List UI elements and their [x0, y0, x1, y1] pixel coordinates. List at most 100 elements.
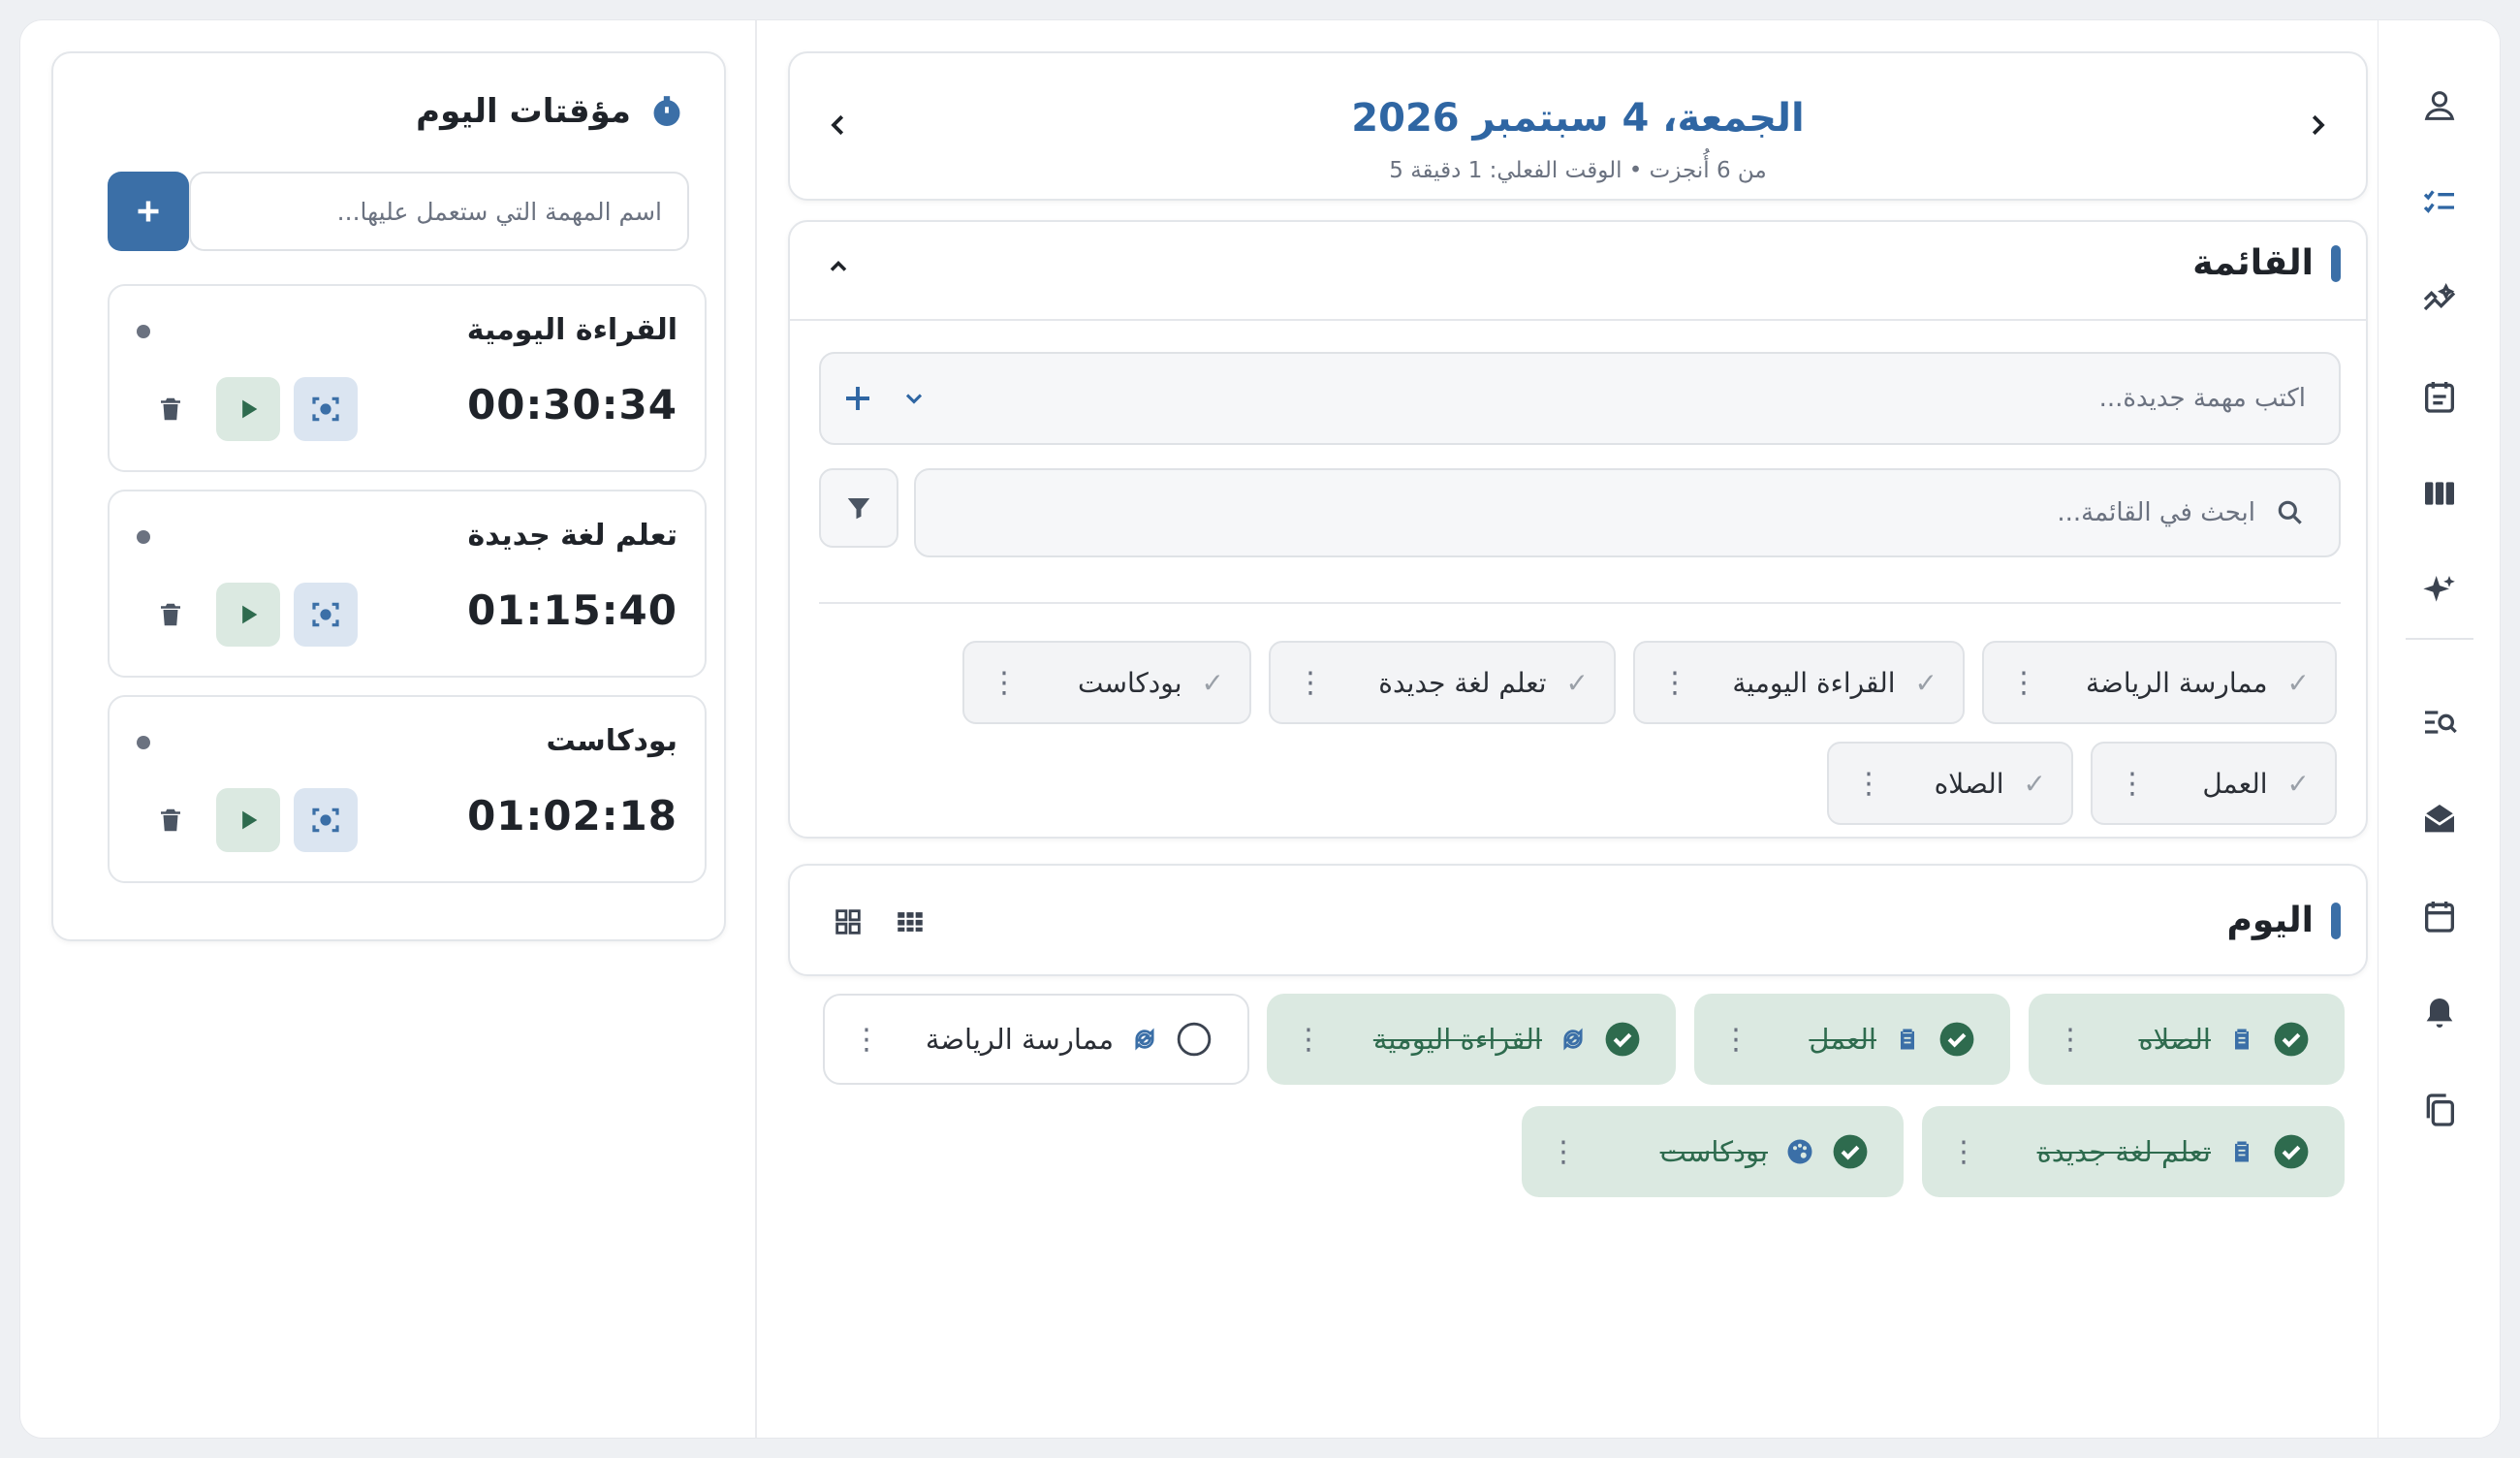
more-options-icon[interactable]: ⋮ [1296, 666, 1325, 700]
unchecked-circle-icon[interactable] [1176, 1021, 1213, 1058]
panel-divider [755, 20, 757, 1438]
focus-mode-button[interactable] [294, 583, 358, 647]
today-header-card: اليوم [788, 864, 2368, 976]
checklist-icon[interactable] [2420, 183, 2459, 222]
calendar-icon[interactable] [2420, 897, 2459, 935]
trash-icon [161, 603, 180, 626]
nav-rail [2378, 20, 2500, 1438]
bell-icon[interactable] [2420, 994, 2459, 1032]
plus-icon [846, 387, 869, 410]
list-chip[interactable]: ✓ العمل ⋮ [2091, 742, 2337, 825]
check-icon: ✓ [2286, 666, 2310, 699]
more-options-icon[interactable]: ⋮ [1949, 1135, 1978, 1169]
add-timer-button[interactable] [108, 172, 189, 251]
compact-grid-view-button[interactable] [891, 903, 929, 941]
today-task[interactable]: القراءة اليومية ⋮ [1267, 994, 1676, 1085]
checked-circle-icon[interactable] [1604, 1021, 1641, 1058]
filter-icon [847, 498, 870, 520]
filter-button[interactable] [819, 468, 898, 548]
clipboard-icon [2235, 1141, 2249, 1162]
repeat-icon [1135, 1028, 1154, 1051]
timer-card: تعلم لغة جديدة 01:15:40 [108, 490, 707, 678]
notes-calendar-icon[interactable] [2420, 377, 2459, 416]
today-task[interactable]: بودكاست ⋮ [1522, 1106, 1904, 1197]
trash-icon [161, 808, 180, 832]
play-icon [242, 810, 258, 830]
check-icon: ✓ [1565, 666, 1589, 699]
timer-task-input[interactable]: اسم المهمة التي ستعمل عليها... [189, 172, 689, 251]
analytics-icon[interactable] [2420, 280, 2459, 319]
check-icon: ✓ [1914, 666, 1937, 699]
focus-mode-button[interactable] [294, 377, 358, 441]
more-options-icon[interactable]: ⋮ [1854, 767, 1883, 801]
checked-circle-icon[interactable] [1832, 1133, 1869, 1170]
check-icon: ✓ [2286, 767, 2310, 800]
focus-mode-button[interactable] [294, 788, 358, 852]
repeat-icon [1563, 1028, 1583, 1051]
more-options-icon[interactable]: ⋮ [1660, 666, 1689, 700]
more-options-icon[interactable]: ⋮ [2118, 767, 2147, 801]
play-button[interactable] [216, 583, 280, 647]
status-dot [137, 530, 150, 544]
inbox-icon[interactable] [2420, 800, 2459, 839]
more-options-icon[interactable]: ⋮ [990, 666, 1019, 700]
today-task[interactable]: الصلاه ⋮ [2029, 994, 2345, 1085]
date-title: الجمعة، 4 سبتمبر 2026 [1351, 96, 1805, 141]
checked-circle-icon[interactable] [1938, 1021, 1975, 1058]
play-button[interactable] [216, 788, 280, 852]
checked-circle-icon[interactable] [2273, 1021, 2310, 1058]
play-icon [242, 605, 258, 624]
list-chip[interactable]: ✓ الصلاه ⋮ [1827, 742, 2073, 825]
chevron-up-icon [830, 261, 847, 271]
today-task[interactable]: ممارسة الرياضة ⋮ [823, 994, 1249, 1085]
search-input[interactable]: ابحث في القائمة... [914, 468, 2341, 557]
timers-title: مؤقتات اليوم [416, 92, 685, 131]
today-task[interactable]: العمل ⋮ [1694, 994, 2010, 1085]
timer-name: القراءة اليومية [466, 313, 677, 347]
grid-view-button[interactable] [829, 903, 867, 941]
profile-icon[interactable] [2420, 86, 2459, 125]
delete-button[interactable] [139, 377, 203, 441]
focus-icon [312, 396, 339, 422]
more-options-icon[interactable]: ⋮ [2009, 666, 2038, 700]
more-options-icon[interactable]: ⋮ [1549, 1135, 1578, 1169]
new-task-input[interactable]: اكتب مهمة جديدة... [819, 352, 2341, 445]
today-task[interactable]: تعلم لغة جديدة ⋮ [1922, 1106, 2345, 1197]
timer-name: بودكاست [546, 724, 677, 758]
list-card: القائمة اكتب مهمة جديدة... ابحث في القائ… [788, 220, 2368, 839]
columns-icon[interactable] [2420, 474, 2459, 513]
more-options-icon[interactable]: ⋮ [852, 1023, 881, 1057]
clipboard-icon [1901, 1029, 1914, 1050]
date-header: الجمعة، 4 سبتمبر 2026 5 من 6 أُنجزت • ال… [788, 51, 2368, 201]
prev-day-button[interactable] [815, 102, 862, 148]
stopwatch-icon [653, 96, 680, 127]
list-chip[interactable]: ✓ بودكاست ⋮ [962, 641, 1251, 724]
list-section-title: القائمة [2192, 243, 2341, 283]
plus-icon [138, 201, 159, 222]
more-options-icon[interactable]: ⋮ [2056, 1023, 2085, 1057]
search-divider [819, 602, 2341, 604]
checked-circle-icon[interactable] [2273, 1133, 2310, 1170]
list-chip[interactable]: ✓ تعلم لغة جديدة ⋮ [1269, 641, 1616, 724]
chevron-down-icon [905, 394, 923, 404]
list-chip[interactable]: ✓ ممارسة الرياضة ⋮ [1982, 641, 2337, 724]
play-button[interactable] [216, 377, 280, 441]
play-icon [242, 399, 258, 419]
list-chip[interactable]: ✓ القراءة اليومية ⋮ [1633, 641, 1965, 724]
search-list-icon[interactable] [2420, 703, 2459, 742]
more-options-icon[interactable]: ⋮ [1294, 1023, 1323, 1057]
today-section-title: اليوم [2226, 901, 2341, 940]
more-options-icon[interactable]: ⋮ [1721, 1023, 1750, 1057]
sparkle-icon[interactable] [2420, 571, 2459, 610]
collapse-button[interactable] [819, 247, 858, 286]
add-task-button[interactable] [835, 375, 881, 422]
timer-name: تعلم لغة جديدة [467, 519, 677, 553]
category-dropdown-button[interactable] [895, 379, 933, 418]
check-icon: ✓ [1201, 666, 1224, 699]
delete-button[interactable] [139, 583, 203, 647]
copy-icon[interactable] [2420, 1091, 2459, 1129]
timer-time: 00:30:34 [467, 381, 677, 428]
check-icon: ✓ [2023, 767, 2046, 800]
list-header-divider [790, 319, 2366, 321]
delete-button[interactable] [139, 788, 203, 852]
